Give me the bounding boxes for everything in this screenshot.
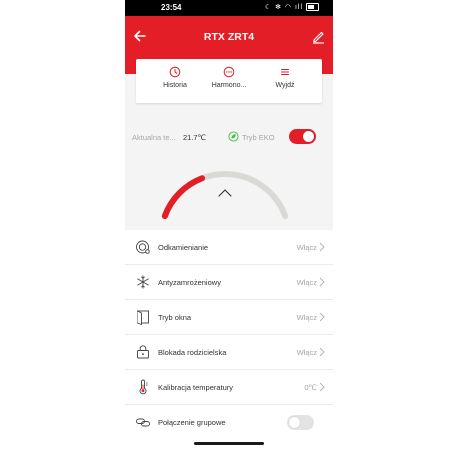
toggle-knob (303, 131, 314, 142)
eko-mode-toggle[interactable] (289, 129, 316, 144)
gauge-track (161, 171, 289, 220)
home-indicator[interactable] (194, 442, 264, 445)
group-connection-toggle[interactable] (287, 415, 314, 430)
status-icons: ☾ ✻ ◠ ıll (264, 3, 319, 12)
phone-screen: 23:54 ☾ ✻ ◠ ıll RTX ZRT4 Historia Harmon… (125, 0, 333, 450)
settings-row-label: Odkamienianie (158, 243, 209, 252)
status-bar: 23:54 ☾ ✻ ◠ ıll (125, 0, 333, 16)
settings-list: Odkamienianie Włącz Antyzamrożeniowy Włą… (125, 230, 333, 450)
lock-icon (137, 345, 149, 359)
toggle-knob (289, 417, 300, 428)
temperature-up-icon[interactable] (218, 189, 232, 197)
settings-row-odkamienianie[interactable]: Odkamienianie Włącz (125, 230, 333, 265)
current-temperature-value: 21.7℃ (183, 133, 207, 142)
chevron-right-icon (319, 312, 325, 322)
settings-row-label: Antyzamrożeniowy (158, 278, 221, 287)
chevron-right-icon (319, 277, 325, 287)
menu-card: Historia Harmono... Wyjdź (136, 59, 322, 103)
settings-row-tryb-okna[interactable]: Tryb okna Włącz (125, 300, 333, 335)
temperature-row: Aktualna te... 21.7℃ Tryb EKO (125, 124, 333, 152)
settings-row-value: Włącz (296, 348, 317, 357)
current-temperature-label: Aktualna te... (132, 133, 176, 142)
settings-row-blokada-rodzicielska[interactable]: Blokada rodzicielska Włącz (125, 335, 333, 370)
menu-item-wyjdz[interactable]: Wyjdź (258, 66, 312, 89)
link-icon (136, 418, 150, 427)
battery-icon (306, 3, 319, 12)
eko-mode-label: Tryb EKO (242, 133, 275, 142)
settings-row-value: Włącz (296, 243, 317, 252)
settings-row-polaczenie-grupowe: Połączenie grupowe (125, 405, 333, 440)
settings-row-label: Połączenie grupowe (158, 418, 226, 427)
chevron-right-icon (319, 382, 325, 392)
thermometer-icon (139, 379, 148, 395)
eko-leaf-icon (228, 131, 239, 142)
menu-item-label: Wyjdź (275, 82, 295, 89)
settings-row-label: Tryb okna (158, 313, 192, 322)
clock-icon (169, 66, 181, 78)
menu-item-harmonogram[interactable]: Harmono... (202, 66, 256, 89)
chevron-right-icon (319, 242, 325, 252)
edit-pencil-icon[interactable] (309, 27, 327, 45)
descale-icon (136, 240, 150, 254)
snowflake-icon (137, 275, 149, 289)
status-icons-text: ☾ ✻ ◠ ıll (264, 4, 304, 11)
menu-item-label: Harmono... (211, 82, 247, 89)
settings-row-label: Kalibracja temperatury (158, 383, 234, 392)
window-icon (137, 310, 149, 325)
settings-row-value: 0℃ (304, 383, 317, 392)
settings-row-label: Blokada rodzicielska (158, 348, 227, 357)
menu-item-historia[interactable]: Historia (148, 66, 202, 89)
settings-row-antyzamrozeniowy[interactable]: Antyzamrożeniowy Włącz (125, 265, 333, 300)
page-title: RTX ZRT4 (203, 31, 255, 43)
temperature-gauge[interactable] (125, 160, 333, 230)
menu-item-label: Historia (163, 82, 187, 89)
chevron-right-icon (319, 347, 325, 357)
dots-icon (223, 66, 235, 78)
settings-row-value: Włącz (296, 278, 317, 287)
settings-row-kalibracja-temperatury[interactable]: Kalibracja temperatury 0℃ (125, 370, 333, 405)
gauge-fill (161, 175, 206, 220)
settings-row-value: Włącz (296, 313, 317, 322)
hamburger-icon (281, 69, 289, 75)
status-time: 23:54 (161, 3, 182, 12)
